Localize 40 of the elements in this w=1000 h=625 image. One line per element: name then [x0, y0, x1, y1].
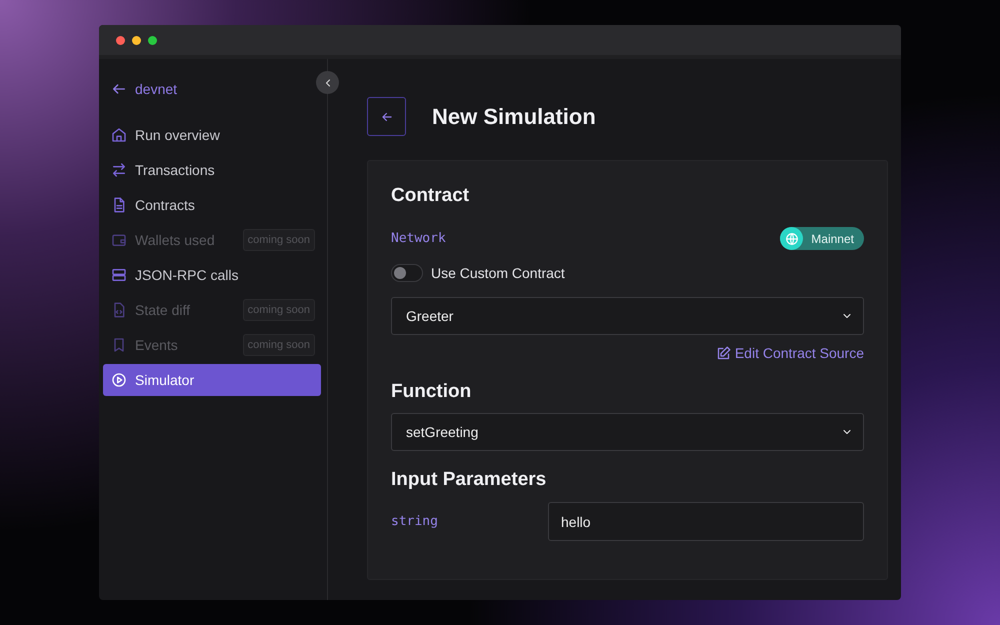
item-label: JSON-RPC calls [135, 267, 240, 283]
edit-icon [716, 346, 731, 360]
back-link[interactable]: devnet [135, 81, 178, 97]
home-icon [111, 127, 127, 143]
server-icon [111, 267, 127, 283]
contract-select[interactable]: Greeter [391, 297, 864, 335]
toggle-label: Use Custom Contract [431, 265, 565, 281]
section-heading: Function [391, 381, 472, 403]
coming-soon-badge: coming soon [242, 299, 315, 321]
function-select[interactable]: setGreeting [391, 413, 864, 451]
page-title: New Simulation [432, 104, 596, 130]
coming-soon-badge: coming soon [242, 334, 315, 356]
item-label: Simulator [135, 372, 196, 388]
section-heading: Input Parameters [391, 469, 548, 491]
param-input[interactable]: hello [548, 502, 864, 541]
item-label: Wallets used [135, 232, 216, 248]
close-dot[interactable] [116, 36, 125, 44]
item-label: Events [135, 337, 179, 353]
coming-soon-badge: coming soon [242, 229, 315, 251]
play-circle-icon [111, 372, 127, 388]
wallet-icon [111, 232, 127, 248]
sidebar-item[interactable]: Simulator [103, 364, 321, 396]
item-label: Contracts [135, 197, 196, 213]
sidebar-item[interactable]: Contracts [103, 189, 321, 221]
item-label: Run overview [135, 127, 221, 143]
swap-arrows-icon [111, 162, 127, 178]
sidebar-item[interactable]: Run overview [103, 119, 321, 151]
zoom-dot[interactable] [148, 36, 157, 44]
section-heading: Contract [391, 185, 470, 207]
minimize-dot[interactable] [132, 36, 141, 44]
sidebar-item[interactable]: JSON-RPC calls [103, 259, 321, 291]
item-label: Transactions [135, 162, 216, 178]
item-label: State diff [135, 302, 192, 318]
field-label: Network [391, 231, 446, 246]
toggle-switch[interactable] [391, 264, 423, 282]
edit-source-link[interactable]: Edit Contract Source [716, 345, 864, 361]
globe-icon [784, 232, 799, 246]
param-type: string [391, 514, 439, 529]
network-pill[interactable]: Mainnet [780, 227, 864, 250]
sidebar-item[interactable]: Transactions [103, 154, 321, 186]
